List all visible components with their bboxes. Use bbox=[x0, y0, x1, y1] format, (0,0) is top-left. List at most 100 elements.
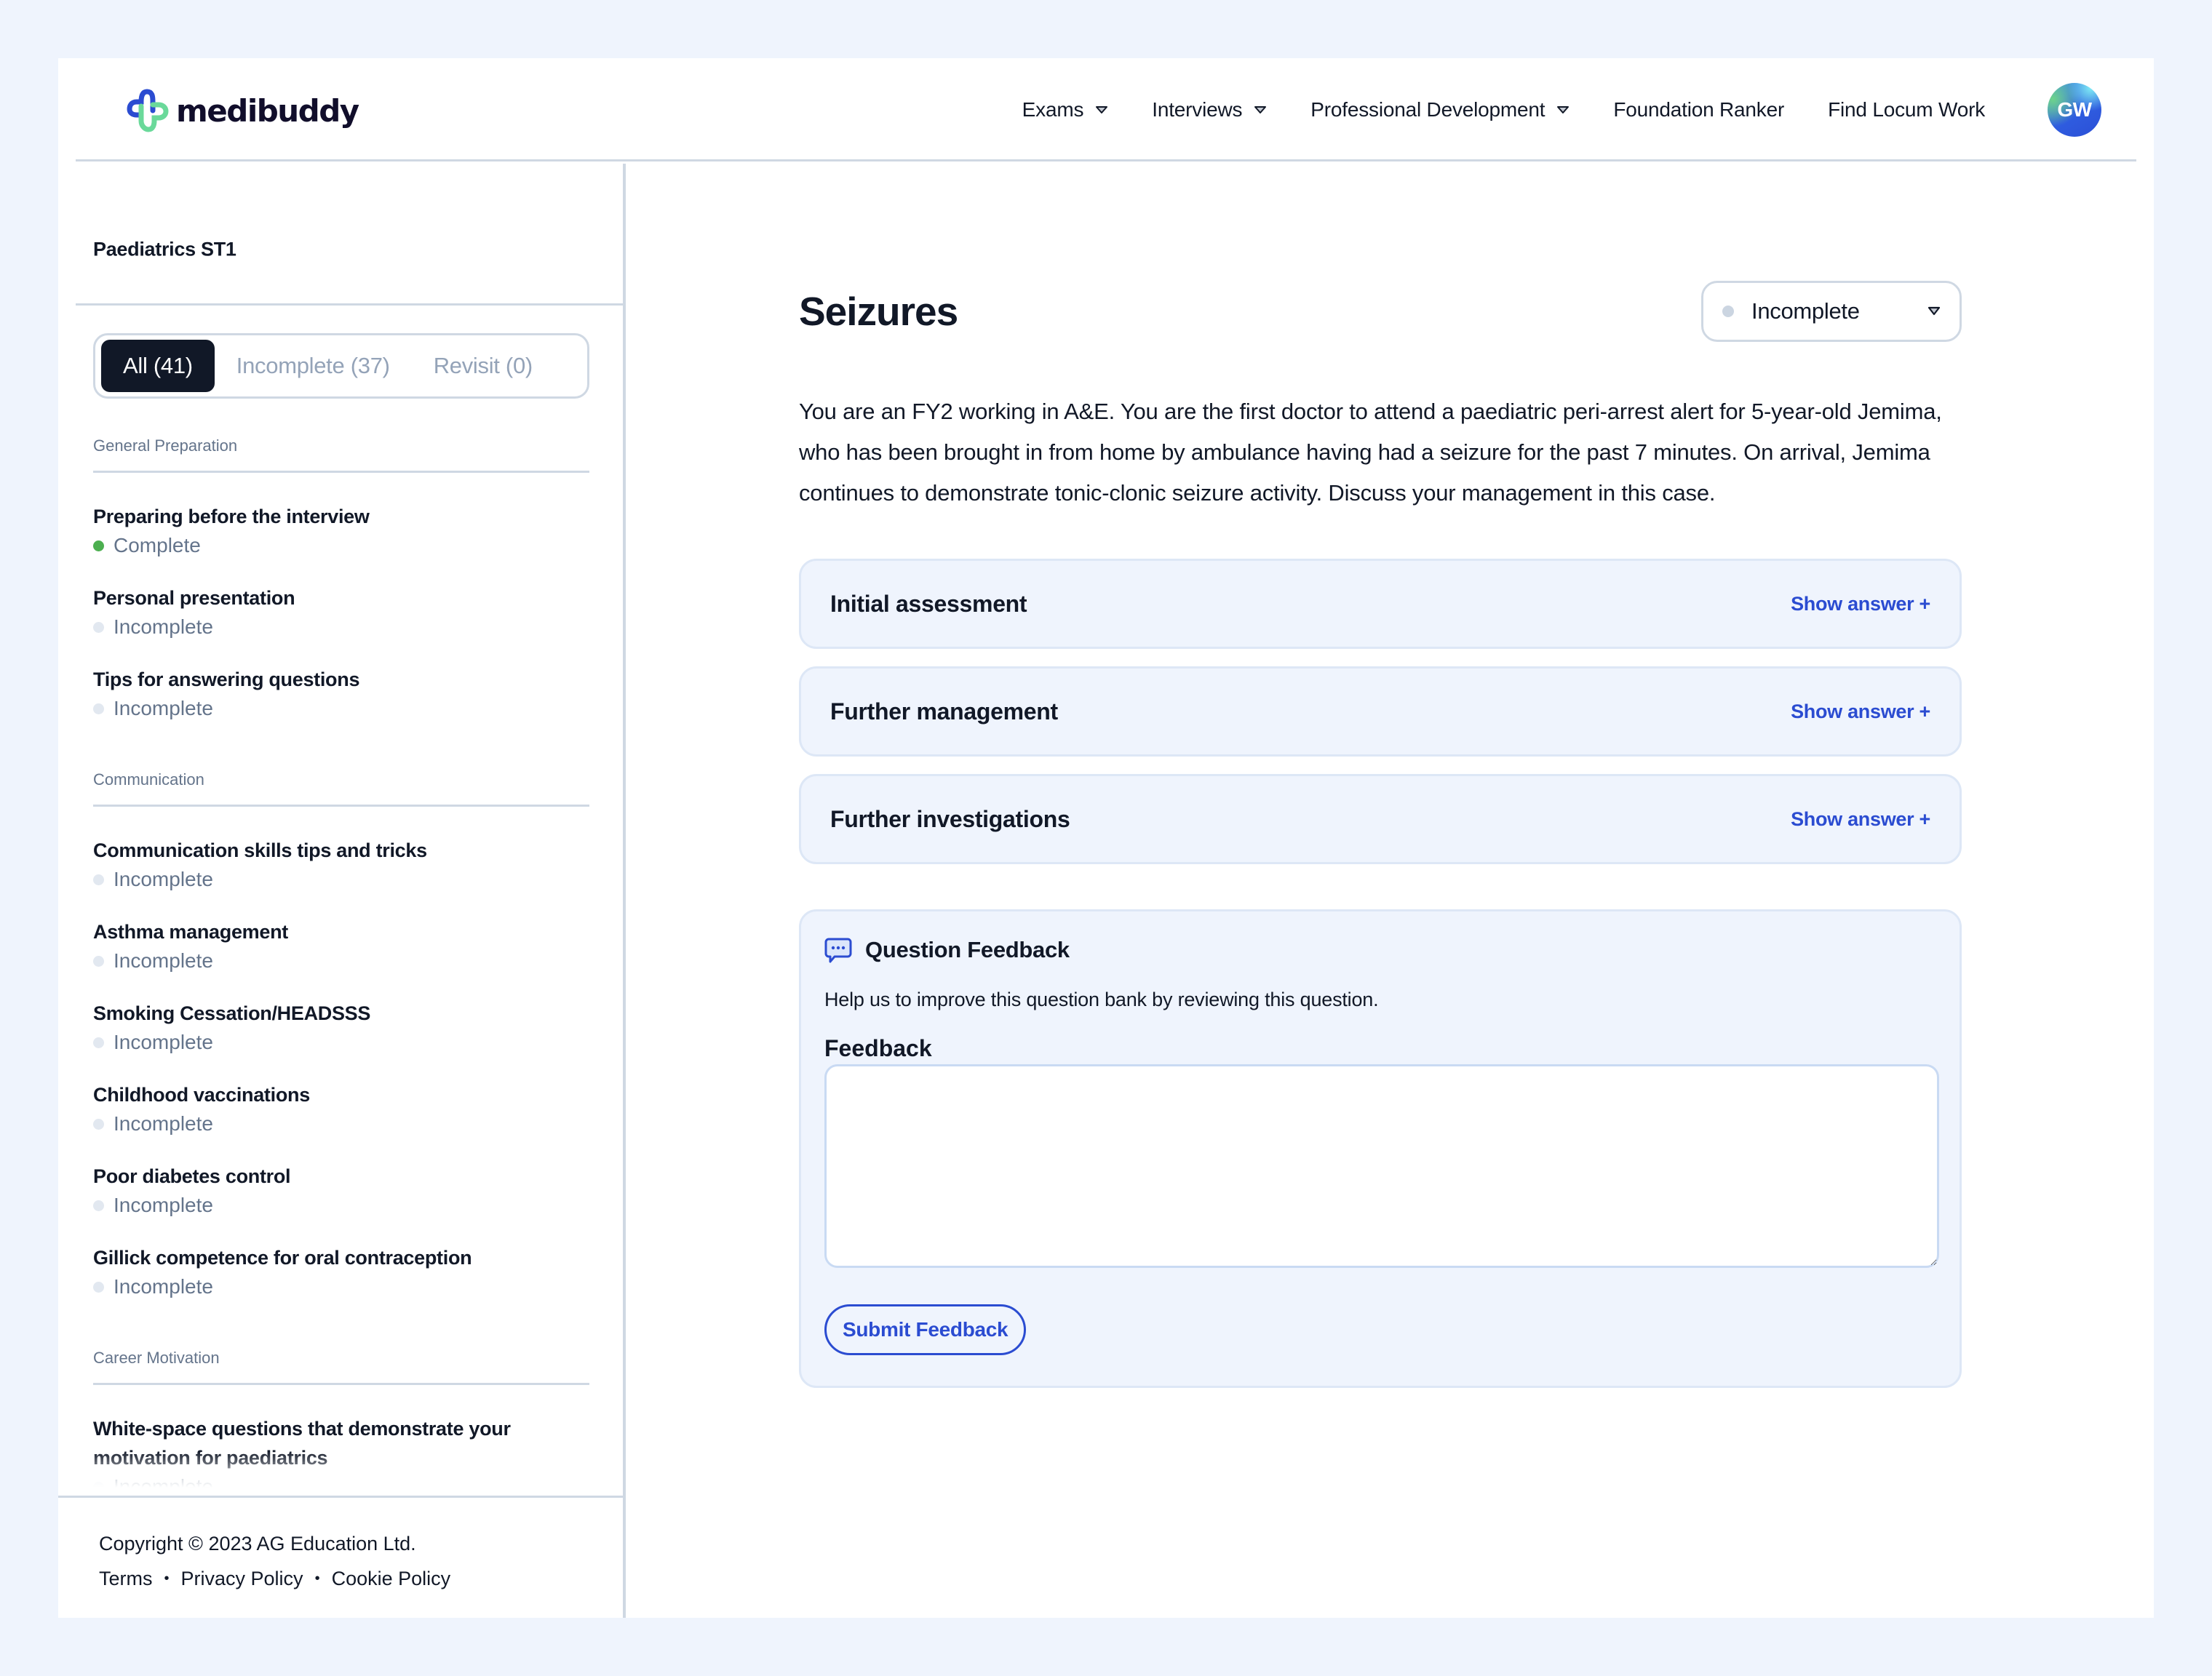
list-item[interactable]: Childhood vaccinations Incomplete bbox=[93, 1080, 589, 1138]
question-list[interactable]: General Preparation Preparing before the… bbox=[93, 433, 589, 1494]
item-title: Personal presentation bbox=[93, 587, 295, 609]
page-title: Seizures bbox=[799, 289, 958, 334]
nav-find-locum-work-label: Find Locum Work bbox=[1828, 98, 1985, 121]
top-header: medibuddy Exams Interviews Professional … bbox=[76, 58, 2136, 161]
footer-links: Terms • Privacy Policy • Cookie Policy bbox=[99, 1568, 450, 1590]
item-title: Asthma management bbox=[93, 921, 288, 943]
nav-exams[interactable]: Exams bbox=[1022, 98, 1109, 121]
show-answer-button[interactable]: Show answer + bbox=[1791, 701, 1930, 723]
status-badge: Incomplete bbox=[93, 612, 589, 642]
question-feedback-panel: Question Feedback Help us to improve thi… bbox=[799, 909, 1962, 1388]
privacy-policy-link[interactable]: Privacy Policy bbox=[181, 1568, 303, 1590]
status-dot-icon bbox=[93, 540, 104, 551]
accordion-title: Further management bbox=[830, 698, 1058, 725]
status-badge: Incomplete bbox=[93, 1028, 589, 1057]
caret-down-icon bbox=[1096, 106, 1108, 113]
section-career-motivation: Career Motivation White-space questions … bbox=[93, 1345, 589, 1494]
feedback-title: Question Feedback bbox=[865, 937, 1070, 962]
user-avatar[interactable]: GW bbox=[2048, 83, 2101, 137]
feedback-textarea[interactable] bbox=[824, 1064, 1939, 1268]
status-dot-icon bbox=[93, 874, 104, 885]
status-text: Incomplete bbox=[114, 1275, 213, 1298]
status-dot-icon bbox=[93, 703, 104, 714]
terms-link[interactable]: Terms bbox=[99, 1568, 153, 1590]
brand-logo[interactable]: medibuddy bbox=[125, 87, 359, 134]
divider bbox=[93, 1383, 589, 1385]
item-title: Gillick competence for oral contraceptio… bbox=[93, 1247, 472, 1269]
nav-exams-label: Exams bbox=[1022, 98, 1084, 121]
submit-feedback-button[interactable]: Submit Feedback bbox=[824, 1304, 1027, 1355]
status-dot-icon bbox=[93, 1118, 104, 1130]
divider bbox=[93, 805, 589, 807]
show-answer-button[interactable]: Show answer + bbox=[1791, 593, 1930, 615]
show-answer-button[interactable]: Show answer + bbox=[1791, 808, 1930, 831]
nav-interviews[interactable]: Interviews bbox=[1152, 98, 1267, 121]
status-text: Incomplete bbox=[114, 1112, 213, 1135]
list-item[interactable]: Asthma management Incomplete bbox=[93, 917, 589, 975]
section-general-preparation: General Preparation Preparing before the… bbox=[93, 433, 589, 723]
status-badge: Incomplete bbox=[93, 1272, 589, 1301]
status-badge: Incomplete bbox=[93, 865, 589, 894]
list-item[interactable]: Communication skills tips and tricks Inc… bbox=[93, 836, 589, 894]
section-title: Career Motivation bbox=[93, 1349, 220, 1367]
item-title: Preparing before the interview bbox=[93, 506, 370, 527]
status-text: Incomplete bbox=[114, 615, 213, 638]
list-item[interactable]: Preparing before the interview Complete bbox=[93, 502, 589, 560]
status-dot-icon bbox=[93, 955, 104, 967]
status-badge: Incomplete bbox=[93, 694, 589, 723]
brand-name: medibuddy bbox=[176, 92, 359, 129]
item-title: White-space questions that demonstrate y… bbox=[93, 1418, 511, 1469]
cookie-policy-link[interactable]: Cookie Policy bbox=[332, 1568, 451, 1590]
feedback-label: Feedback bbox=[824, 1035, 932, 1061]
app-container: medibuddy Exams Interviews Professional … bbox=[58, 58, 2154, 1618]
list-item[interactable]: Personal presentation Incomplete bbox=[93, 583, 589, 642]
status-text: Incomplete bbox=[114, 949, 213, 972]
separator-dot: • bbox=[314, 1571, 320, 1587]
medibuddy-logo-icon bbox=[127, 89, 169, 132]
caret-down-icon bbox=[1927, 306, 1941, 316]
list-item[interactable]: Gillick competence for oral contraceptio… bbox=[93, 1243, 589, 1301]
question-text: You are an FY2 working in A&E. You are t… bbox=[799, 399, 1942, 506]
list-item[interactable]: Poor diabetes control Incomplete bbox=[93, 1162, 589, 1220]
status-text: Complete bbox=[114, 534, 201, 556]
accordion-title: Initial assessment bbox=[830, 590, 1027, 617]
sidebar-title: Paediatrics ST1 bbox=[93, 238, 236, 260]
tab-revisit[interactable]: Revisit (0) bbox=[412, 340, 554, 392]
item-title: Tips for answering questions bbox=[93, 669, 360, 690]
section-title: General Preparation bbox=[93, 436, 238, 455]
status-dot-icon bbox=[1722, 306, 1734, 317]
status-text: Incomplete bbox=[114, 1475, 213, 1494]
list-item[interactable]: White-space questions that demonstrate y… bbox=[93, 1414, 589, 1494]
status-badge: Complete bbox=[93, 531, 589, 560]
status-badge: Incomplete bbox=[93, 1191, 589, 1220]
section-title: Communication bbox=[93, 770, 204, 789]
list-item[interactable]: Tips for answering questions Incomplete bbox=[93, 665, 589, 723]
feedback-description: Help us to improve this question bank by… bbox=[824, 989, 1379, 1010]
status-badge: Incomplete bbox=[93, 946, 589, 975]
nav-find-locum-work[interactable]: Find Locum Work bbox=[1828, 98, 1985, 121]
status-badge: Incomplete bbox=[93, 1472, 589, 1494]
status-dropdown-value: Incomplete bbox=[1751, 298, 1860, 324]
nav-professional-development-label: Professional Development bbox=[1310, 98, 1545, 121]
status-dropdown[interactable]: Incomplete bbox=[1701, 281, 1962, 342]
accordion-further-management[interactable]: Further management Show answer + bbox=[799, 666, 1962, 757]
status-text: Incomplete bbox=[114, 1194, 213, 1216]
item-title: Communication skills tips and tricks bbox=[93, 839, 427, 861]
divider bbox=[93, 471, 589, 473]
item-title: Smoking Cessation/HEADSSS bbox=[93, 1002, 371, 1024]
nav-foundation-ranker[interactable]: Foundation Ranker bbox=[1613, 98, 1784, 121]
status-badge: Incomplete bbox=[93, 1109, 589, 1138]
nav-professional-development[interactable]: Professional Development bbox=[1310, 98, 1570, 121]
tab-incomplete[interactable]: Incomplete (37) bbox=[215, 340, 412, 392]
answer-accordions: Initial assessment Show answer + Further… bbox=[799, 559, 1962, 882]
tab-all[interactable]: All (41) bbox=[101, 340, 215, 392]
sidebar: Paediatrics ST1 All (41) Incomplete (37)… bbox=[58, 164, 626, 1618]
chat-bubble-icon bbox=[824, 938, 852, 963]
list-item[interactable]: Smoking Cessation/HEADSSS Incomplete bbox=[93, 999, 589, 1057]
accordion-title: Further investigations bbox=[830, 805, 1070, 832]
status-text: Incomplete bbox=[114, 868, 213, 890]
divider bbox=[76, 303, 623, 306]
accordion-further-investigations[interactable]: Further investigations Show answer + bbox=[799, 774, 1962, 864]
filter-tabs: All (41) Incomplete (37) Revisit (0) bbox=[93, 333, 589, 399]
accordion-initial-assessment[interactable]: Initial assessment Show answer + bbox=[799, 559, 1962, 649]
